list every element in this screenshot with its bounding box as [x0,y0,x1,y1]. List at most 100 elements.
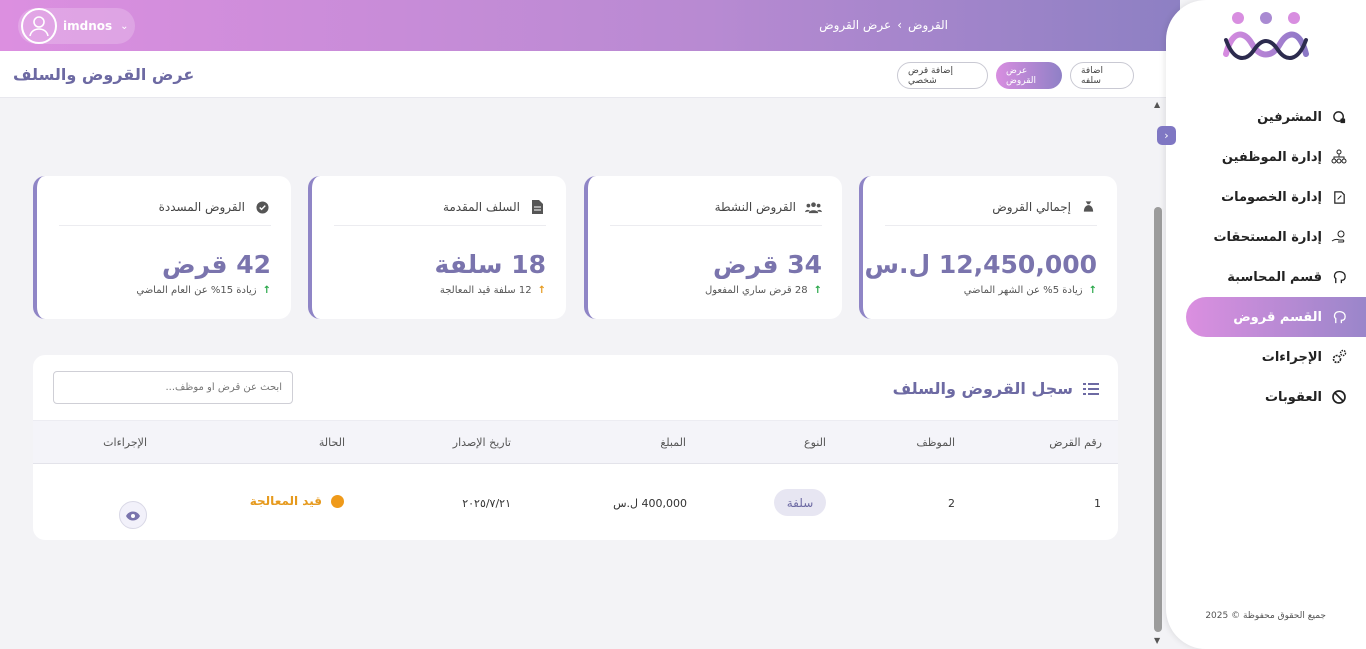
user-shield-icon [1330,108,1348,126]
check-circle-icon [253,198,271,216]
stat-card-title: السلف المقدمة [442,200,520,214]
view-button[interactable] [119,501,147,529]
username: imdnos [63,19,113,33]
eye-icon [126,506,140,525]
stat-card-title: القروض المسددة [158,200,245,214]
stat-card-sub-label: زيادة 5% عن الشهر الماضي [963,285,1083,296]
stat-card-value: 34 قرض [712,250,822,279]
tab-view-loans[interactable]: عرض القروض [996,62,1062,89]
stat-card-sub-label: 12 سلفة قيد المعالجة [439,285,532,296]
sidebar-item-label: الإجراءات [1261,349,1322,365]
stat-card-header: القروض النشطة [715,198,822,216]
search-input[interactable] [53,371,293,404]
brain-icon [1330,268,1348,286]
users-icon [804,198,822,216]
stat-card-header: إجمالي القروض [992,198,1097,216]
sidebar-item-procedures[interactable]: الإجراءات [1166,337,1366,377]
page-title: عرض القروض والسلف [13,65,195,84]
sidebar-item-dues[interactable]: إدارة المستحقات [1166,217,1366,257]
sidebar-item-label: المشرفين [1257,109,1322,125]
breadcrumb-item-loans[interactable]: القروض [908,18,948,32]
table-header: رقم القرض الموظف النوع المبلغ تاريخ الإص… [33,420,1118,464]
breadcrumb-item-current: عرض القروض [819,18,892,32]
tab-add-advance[interactable]: اضافة سلفه [1070,62,1134,89]
top-header-bar: imdnos ⌄ القروض › عرض القروض [0,0,1180,51]
chevron-down-icon: ⌄ [120,20,129,32]
stat-card-subtext: ↑ زيادة 15% عن العام الماضي [136,285,271,296]
list-icon [1082,380,1100,398]
column-header-type[interactable]: النوع [804,436,826,449]
table-title: سجل القروض والسلف [893,379,1100,398]
breadcrumb: القروض › عرض القروض [819,18,948,32]
stat-card-value: 12,450,000 ل.س [864,250,1097,279]
status-badge: قيد المعالجة [250,494,344,508]
scrollbar-thumb[interactable] [1154,207,1162,632]
status-dot-icon [331,494,344,508]
copyright-text: جميع الحقوق محفوظة © 2025 [1205,611,1326,621]
column-header-issue-date[interactable]: تاريخ الإصدار [453,436,511,449]
scroll-down-icon[interactable]: ▼ [1154,636,1160,645]
column-header-status[interactable]: الحالة [319,436,345,449]
arrow-up-icon: ↑ [262,285,271,296]
sidebar-item-penalties[interactable]: العقوبات [1166,377,1366,417]
stat-card-sub-label: 28 قرض ساري المفعول [704,285,808,296]
sidebar-item-supervisors[interactable]: المشرفين [1166,97,1366,137]
stat-card-value: 18 سلفة [434,250,546,279]
stat-card-advances: السلف المقدمة 18 سلفة ↑ 12 سلفة قيد المع… [308,176,566,319]
breadcrumb-separator: › [897,18,903,32]
tab-add-personal-loan[interactable]: إضافة قرض شخصي [897,62,988,89]
cell-employee: 2 [948,497,955,510]
stat-card-subtext: ↑ 12 سلفة قيد المعالجة [440,285,546,296]
sidebar-collapse-button[interactable]: › [1157,126,1176,145]
sidebar-item-label: قسم المحاسبة [1227,269,1322,285]
stat-card-value: 42 قرض [161,250,271,279]
type-badge: سلفة [774,489,826,516]
ban-icon [1330,388,1348,406]
sidebar-item-label: العقوبات [1264,389,1322,405]
sidebar-item-employees[interactable]: إدارة الموظفين [1166,137,1366,177]
cell-loan-id: 1 [1094,497,1101,510]
column-header-actions[interactable]: الإجراءات [103,436,147,449]
stat-card-total-loans: إجمالي القروض 12,450,000 ل.س ↑ زيادة 5% … [859,176,1117,319]
arrow-up-icon: ↑ [537,285,546,296]
sidebar-item-label: إدارة الخصومات [1221,189,1322,205]
stat-card-header: السلف المقدمة [443,198,546,216]
brand-logo [1223,12,1309,60]
sidebar-nav: المشرفين إدارة الموظفين إدارة الخصومات إ… [1166,97,1366,417]
cell-amount: 400,000 ل.س [613,497,687,510]
sidebar-item-deductions[interactable]: إدارة الخصومات [1166,177,1366,217]
sidebar-item-accounting[interactable]: قسم المحاسبة [1166,257,1366,297]
divider [59,225,271,226]
discount-icon [1330,188,1348,206]
stat-card-active-loans: القروض النشطة 34 قرض ↑ 28 قرض ساري المفع… [584,176,842,319]
user-menu[interactable]: imdnos ⌄ [18,8,135,44]
column-header-loan-id[interactable]: رقم القرض [1049,436,1102,449]
stat-card-title: القروض النشطة [714,200,796,214]
cell-issue-date: ٢٠٢٥/٧/٢١ [462,497,511,510]
column-header-amount[interactable]: المبلغ [660,436,686,449]
stat-card-title: إجمالي القروض [992,200,1071,214]
loans-table-panel: سجل القروض والسلف رقم القرض الموظف النوع… [33,355,1118,540]
money-hand-icon [1330,228,1348,246]
stat-card-repaid-loans: القروض المسددة 42 قرض ↑ زيادة 15% عن الع… [33,176,291,319]
status-label: قيد المعالجة [249,494,322,508]
divider [885,225,1097,226]
stat-card-subtext: ↑ زيادة 5% عن الشهر الماضي [964,285,1097,296]
brain-icon [1330,308,1348,326]
arrow-up-icon: ↑ [1088,285,1097,296]
sidebar-item-label: إدارة المستحقات [1213,229,1322,245]
scroll-up-icon[interactable]: ▲ [1154,100,1160,109]
org-chart-icon [1330,148,1348,166]
arrow-up-icon: ↑ [813,285,822,296]
file-icon [528,198,546,216]
sidebar-item-loans[interactable]: القسم قروض [1186,297,1366,337]
gears-icon [1330,348,1348,366]
table-title-label: سجل القروض والسلف [892,379,1073,398]
money-bag-icon [1079,198,1097,216]
stat-card-sub-label: زيادة 15% عن العام الماضي [136,285,257,296]
divider [610,225,822,226]
sidebar: المشرفين إدارة الموظفين إدارة الخصومات إ… [1166,0,1366,649]
sidebar-item-label: القسم قروض [1233,309,1322,325]
stat-card-subtext: ↑ 28 قرض ساري المفعول [705,285,822,296]
column-header-employee[interactable]: الموظف [916,436,955,449]
